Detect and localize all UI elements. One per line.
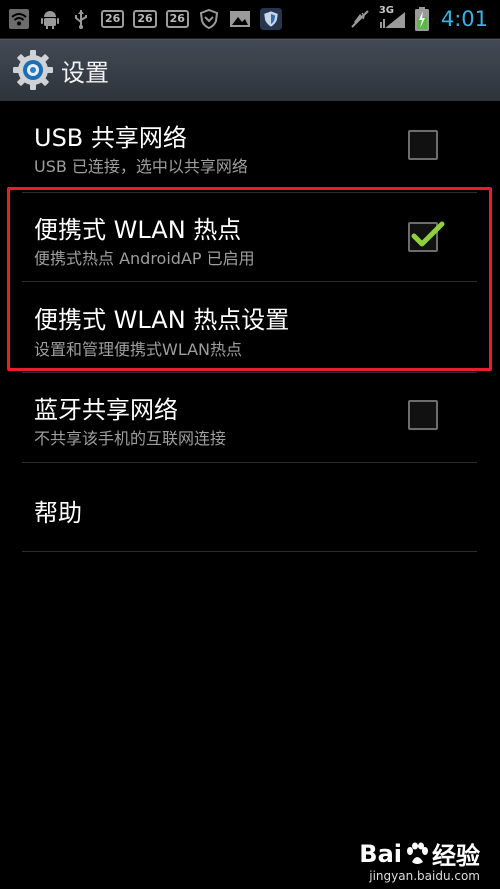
item-title: 便携式 WLAN 热点 [34,216,242,244]
action-bar: 设置 [0,39,500,101]
list-item-bluetooth-tethering[interactable]: 蓝牙共享网络 不共享该手机的互联网连接 [22,373,477,462]
signal-3g-icon: 3G [378,5,407,30]
watermark-brand-left: Bai [359,839,402,868]
usb-icon [70,8,92,30]
list-item-wlan-hotspot[interactable]: 便携式 WLAN 热点 便携式热点 AndroidAP 已启用 [22,193,477,281]
paw-logo-icon [407,842,428,864]
item-subtitle: USB 已连接，选中以共享网络 [34,157,248,176]
item-subtitle: 不共享该手机的互联网连接 [34,429,227,448]
settings-gear-icon[interactable] [11,48,55,92]
network-type-label: 3G [378,5,394,16]
item-title: 帮助 [34,499,82,527]
divider [22,551,477,552]
watermark-site: jingyan.baidu.com [369,869,480,883]
image-icon [229,8,251,30]
status-bar: 26 26 26 3G 4:01 [0,0,500,39]
item-title: 便携式 WLAN 热点设置 [34,306,290,334]
item-subtitle: 便携式热点 AndroidAP 已启用 [34,249,255,268]
item-subtitle: 设置和管理便携式WLAN热点 [34,340,243,359]
item-title: USB 共享网络 [34,124,187,152]
page-title: 设置 [61,58,109,87]
list-item-usb-tethering[interactable]: USB 共享网络 USB 已连接，选中以共享网络 [22,102,477,192]
usb-tethering-checkbox[interactable] [408,130,438,160]
notification-26-badge: 26 [101,10,125,28]
checkmark-icon [411,221,445,247]
notification-26-badge: 26 [165,10,189,28]
wlan-hotspot-checkbox[interactable] [408,221,445,252]
bluetooth-tethering-checkbox[interactable] [408,400,438,430]
status-bar-notifications: 26 26 26 [0,8,282,30]
shield-outline-icon [198,8,220,30]
vibrate-muted-icon [349,8,371,30]
security-shield-icon [259,8,282,30]
clock: 4:01 [440,7,488,31]
list-item-wlan-hotspot-settings[interactable]: 便携式 WLAN 热点设置 设置和管理便携式WLAN热点 [22,282,477,372]
android-debug-icon [39,8,61,30]
notification-26-badge: 26 [133,10,157,28]
item-title: 蓝牙共享网络 [34,396,178,424]
watermark-brand: Bai 经验 [359,836,480,871]
wifi-icon [8,8,30,30]
battery-charging-icon [414,7,429,31]
list-item-help[interactable]: 帮助 [22,463,477,551]
status-bar-system: 3G 4:01 [349,5,500,31]
watermark: Bai 经验 jingyan.baidu.com [359,836,480,884]
watermark-brand-right: 经验 [432,842,480,870]
